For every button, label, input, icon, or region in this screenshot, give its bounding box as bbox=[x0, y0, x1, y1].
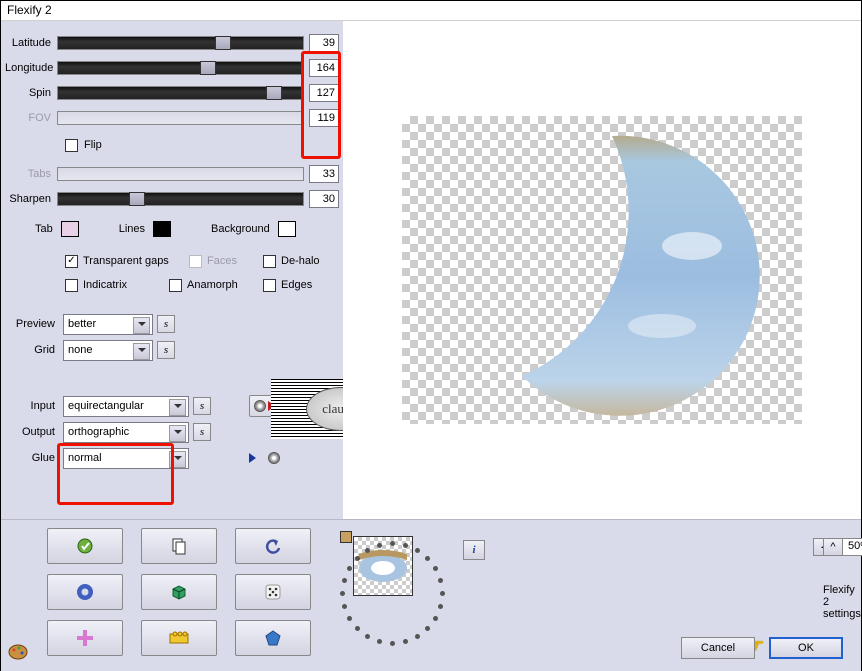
output-select[interactable]: orthographic bbox=[63, 422, 189, 443]
transparent-gaps-label: Transparent gaps bbox=[83, 255, 169, 267]
cube-button[interactable] bbox=[141, 574, 217, 610]
dehalo-checkbox[interactable] bbox=[263, 255, 276, 268]
anamorph-label: Anamorph bbox=[187, 279, 238, 291]
indicatrix-label: Indicatrix bbox=[83, 279, 127, 291]
source-thumbnail[interactable] bbox=[353, 536, 413, 596]
fov-label: FOV bbox=[5, 112, 57, 124]
toolbar bbox=[1, 520, 343, 671]
tab-color-swatch[interactable] bbox=[61, 221, 79, 237]
window-title: Flexify 2 bbox=[1, 1, 861, 21]
spin-label: Spin bbox=[5, 87, 57, 99]
grid-label: Grid bbox=[5, 344, 59, 356]
longitude-label: Longitude bbox=[5, 62, 57, 74]
thumbnail-area: i bbox=[343, 520, 543, 671]
home-button[interactable] bbox=[47, 528, 123, 564]
paint-icon[interactable] bbox=[7, 639, 29, 661]
latitude-value[interactable] bbox=[309, 34, 339, 52]
faces-checkbox bbox=[189, 255, 202, 268]
info-button[interactable]: i bbox=[463, 540, 485, 560]
brick-button[interactable] bbox=[141, 620, 217, 656]
transparent-gaps-checkbox[interactable] bbox=[65, 255, 78, 268]
dehalo-label: De-halo bbox=[281, 255, 320, 267]
dot-ring bbox=[332, 533, 452, 653]
anamorph-checkbox[interactable] bbox=[169, 279, 182, 292]
indicatrix-checkbox[interactable] bbox=[65, 279, 78, 292]
preview-area bbox=[343, 21, 861, 519]
controls-panel: Latitude Longitude Spin FOV Flip Tabs Sh… bbox=[1, 21, 343, 519]
input-label: Input bbox=[5, 400, 59, 412]
preview-canvas bbox=[402, 116, 802, 424]
latitude-slider[interactable] bbox=[57, 36, 304, 50]
edges-checkbox[interactable] bbox=[263, 279, 276, 292]
fov-value[interactable] bbox=[309, 109, 339, 127]
faces-label: Faces bbox=[207, 255, 237, 267]
preview-s-button[interactable]: s bbox=[157, 315, 175, 333]
gem-button[interactable] bbox=[235, 620, 311, 656]
spin-value[interactable] bbox=[309, 84, 339, 102]
settings-label: Flexify 2 settings bbox=[823, 584, 861, 620]
preview-select[interactable]: better bbox=[63, 314, 153, 335]
lines-swatch-label: Lines bbox=[119, 223, 145, 235]
flip-checkbox[interactable] bbox=[65, 139, 78, 152]
torus-button[interactable] bbox=[47, 574, 123, 610]
edges-label: Edges bbox=[281, 279, 312, 291]
copy-button[interactable] bbox=[141, 528, 217, 564]
tabs-slider bbox=[57, 167, 304, 181]
grid-select[interactable]: none bbox=[63, 340, 153, 361]
sharpen-label: Sharpen bbox=[5, 193, 57, 205]
play-icon[interactable] bbox=[249, 453, 256, 463]
preview-shape bbox=[462, 126, 762, 424]
tab-swatch-label: Tab bbox=[35, 223, 53, 235]
spin-slider[interactable] bbox=[57, 86, 304, 100]
fov-slider bbox=[57, 111, 304, 125]
sharpen-value[interactable] bbox=[309, 190, 339, 208]
collapse-button[interactable]: ^ bbox=[823, 538, 843, 556]
cancel-button[interactable]: Cancel bbox=[681, 637, 755, 659]
longitude-value[interactable] bbox=[309, 59, 339, 77]
preview-label: Preview bbox=[5, 318, 59, 330]
undo-button[interactable] bbox=[235, 528, 311, 564]
footer-right: - 50% + ^ Flexify 2 settings ☛ Cancel OK bbox=[543, 520, 861, 671]
tabs-label: Tabs bbox=[5, 168, 57, 180]
plus-button[interactable] bbox=[47, 620, 123, 656]
output-s-button[interactable]: s bbox=[193, 423, 211, 441]
output-label: Output bbox=[5, 426, 59, 438]
glue-select[interactable]: normal bbox=[63, 448, 189, 469]
glue-label: Glue bbox=[5, 452, 59, 464]
ok-button[interactable]: OK bbox=[769, 637, 843, 659]
disc-icon[interactable] bbox=[268, 452, 280, 464]
longitude-slider[interactable] bbox=[57, 61, 304, 75]
grid-s-button[interactable]: s bbox=[157, 341, 175, 359]
dice-button[interactable] bbox=[235, 574, 311, 610]
sharpen-slider[interactable] bbox=[57, 192, 304, 206]
latitude-label: Latitude bbox=[5, 37, 57, 49]
input-select[interactable]: equirectangular bbox=[63, 396, 189, 417]
flip-label: Flip bbox=[84, 139, 102, 151]
bg-color-swatch[interactable] bbox=[278, 221, 296, 237]
bg-swatch-label: Background bbox=[211, 223, 270, 235]
lines-color-swatch[interactable] bbox=[153, 221, 171, 237]
tabs-value[interactable] bbox=[309, 165, 339, 183]
input-s-button[interactable]: s bbox=[193, 397, 211, 415]
